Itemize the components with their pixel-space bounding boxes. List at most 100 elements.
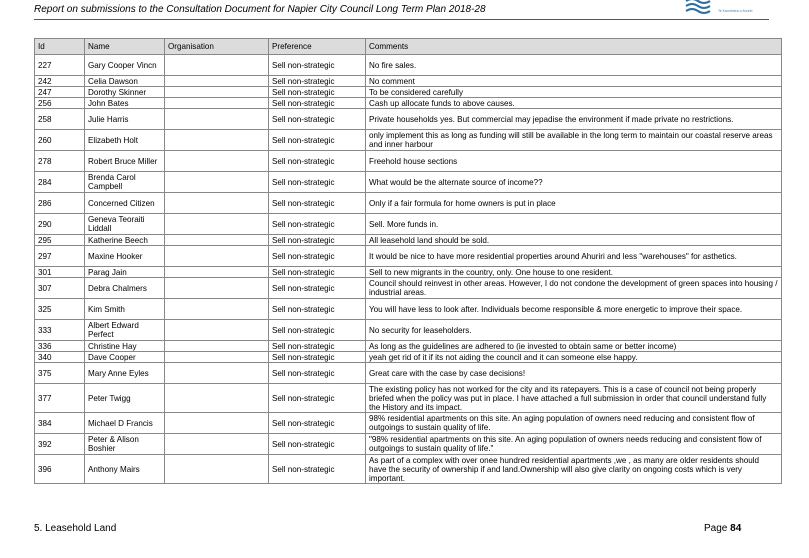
table-row: 396 Anthony Mairs Sell non-strategic As … (34, 454, 782, 484)
waves-icon (685, 0, 711, 14)
cell-preference: Sell non-strategic (268, 129, 366, 151)
cell-comment: Council should reinvest in other areas. … (365, 277, 782, 299)
table-row: 340 Dave Cooper Sell non-strategic yeah … (34, 351, 782, 363)
cell-id: 384 (34, 412, 85, 434)
cell-comment: Cash up allocate funds to above causes. (365, 97, 782, 109)
cell-preference: Sell non-strategic (268, 213, 366, 235)
cell-comment: What would be the alternate source of in… (365, 171, 782, 193)
cell-name: Geneva Teoraiti Liddall (84, 213, 165, 235)
cell-preference: Sell non-strategic (268, 108, 366, 130)
cell-preference: Sell non-strategic (268, 150, 366, 172)
cell-comment: 98% residential apartments on this site.… (365, 412, 782, 434)
cell-comment: Sell to new migrants in the country, onl… (365, 266, 782, 278)
cell-comment: You will have less to look after. Indivi… (365, 298, 782, 320)
cell-organisation (164, 97, 269, 109)
table-row: 227 Gary Cooper Vincn Sell non-strategic… (34, 54, 782, 76)
col-header-name: Name (84, 38, 165, 55)
cell-preference: Sell non-strategic (268, 54, 366, 76)
cell-comment: only implement this as long as funding w… (365, 129, 782, 151)
table-row: 384 Michael D Francis Sell non-strategic… (34, 412, 782, 434)
cell-organisation (164, 266, 269, 278)
cell-name: Anthony Mairs (84, 454, 165, 484)
cell-comment: yeah get rid of it if its not aiding the… (365, 351, 782, 363)
cell-id: 307 (34, 277, 85, 299)
cell-organisation (164, 192, 269, 214)
table-row: 290 Geneva Teoraiti Liddall Sell non-str… (34, 213, 782, 235)
table-row: 307 Debra Chalmers Sell non-strategic Co… (34, 277, 782, 299)
cell-id: 227 (34, 54, 85, 76)
cell-organisation (164, 351, 269, 363)
cell-comment: As long as the guidelines are adhered to… (365, 340, 782, 352)
cell-name: Albert Edward Perfect (84, 319, 165, 341)
cell-name: Brenda Carol Campbell (84, 171, 165, 193)
cell-id: 284 (34, 171, 85, 193)
cell-organisation (164, 234, 269, 246)
cell-comment: No fire sales. (365, 54, 782, 76)
cell-preference: Sell non-strategic (268, 351, 366, 363)
table-row: 377 Peter Twigg Sell non-strategic The e… (34, 383, 782, 413)
cell-preference: Sell non-strategic (268, 298, 366, 320)
cell-name: Peter & Alison Boshier (84, 433, 165, 455)
cell-organisation (164, 171, 269, 193)
cell-organisation (164, 129, 269, 151)
cell-preference: Sell non-strategic (268, 433, 366, 455)
table-row: 284 Brenda Carol Campbell Sell non-strat… (34, 171, 782, 193)
cell-name: Michael D Francis (84, 412, 165, 434)
table-row: 301 Parag Jain Sell non-strategic Sell t… (34, 266, 782, 278)
cell-organisation (164, 75, 269, 87)
table-row: 260 Elizabeth Holt Sell non-strategic on… (34, 129, 782, 151)
cell-comment: As part of a complex with over onee hund… (365, 454, 782, 484)
cell-comment: Private households yes. But commercial m… (365, 108, 782, 130)
table-row: 247 Dorothy Skinner Sell non-strategic T… (34, 86, 782, 98)
cell-organisation (164, 298, 269, 320)
cell-id: 278 (34, 150, 85, 172)
cell-preference: Sell non-strategic (268, 234, 366, 246)
cell-name: Kim Smith (84, 298, 165, 320)
cell-organisation (164, 150, 269, 172)
cell-id: 290 (34, 213, 85, 235)
header-divider (34, 19, 769, 20)
cell-preference: Sell non-strategic (268, 97, 366, 109)
cell-organisation (164, 412, 269, 434)
col-header-organisation: Organisation (164, 38, 269, 55)
cell-preference: Sell non-strategic (268, 340, 366, 352)
logo-subtext: Te Kaunihera o Ahuriri (718, 9, 753, 13)
cell-preference: Sell non-strategic (268, 277, 366, 299)
cell-comment: No security for leaseholders. (365, 319, 782, 341)
cell-id: 297 (34, 245, 85, 267)
cell-id: 377 (34, 383, 85, 413)
cell-name: Katherine Beech (84, 234, 165, 246)
page-number: Page 84 (704, 523, 741, 534)
cell-comment: Great care with the case by case decisio… (365, 362, 782, 384)
cell-name: Julie Harris (84, 108, 165, 130)
cell-id: 392 (34, 433, 85, 455)
cell-id: 301 (34, 266, 85, 278)
cell-organisation (164, 454, 269, 484)
cell-preference: Sell non-strategic (268, 362, 366, 384)
table-row: 325 Kim Smith Sell non-strategic You wil… (34, 298, 782, 320)
cell-comment: To be considered carefully (365, 86, 782, 98)
cell-id: 247 (34, 86, 85, 98)
cell-id: 258 (34, 108, 85, 130)
table-row: 336 Christine Hay Sell non-strategic As … (34, 340, 782, 352)
section-footer: 5. Leasehold Land (34, 523, 117, 534)
cell-name: Parag Jain (84, 266, 165, 278)
cell-organisation (164, 433, 269, 455)
table-row: 258 Julie Harris Sell non-strategic Priv… (34, 108, 782, 130)
cell-id: 242 (34, 75, 85, 87)
council-logo: Te Kaunihera o Ahuriri (684, 0, 764, 17)
cell-organisation (164, 277, 269, 299)
cell-id: 375 (34, 362, 85, 384)
cell-comment: All leasehold land should be sold. (365, 234, 782, 246)
table-row: 297 Maxine Hooker Sell non-strategic It … (34, 245, 782, 267)
cell-comment: Freehold house sections (365, 150, 782, 172)
cell-preference: Sell non-strategic (268, 192, 366, 214)
cell-id: 333 (34, 319, 85, 341)
cell-organisation (164, 340, 269, 352)
table-row: 286 Concerned Citizen Sell non-strategic… (34, 192, 782, 214)
cell-id: 295 (34, 234, 85, 246)
table-row: 278 Robert Bruce Miller Sell non-strateg… (34, 150, 782, 172)
col-header-id: Id (34, 38, 85, 55)
cell-id: 256 (34, 97, 85, 109)
table-row: 256 John Bates Sell non-strategic Cash u… (34, 97, 782, 109)
